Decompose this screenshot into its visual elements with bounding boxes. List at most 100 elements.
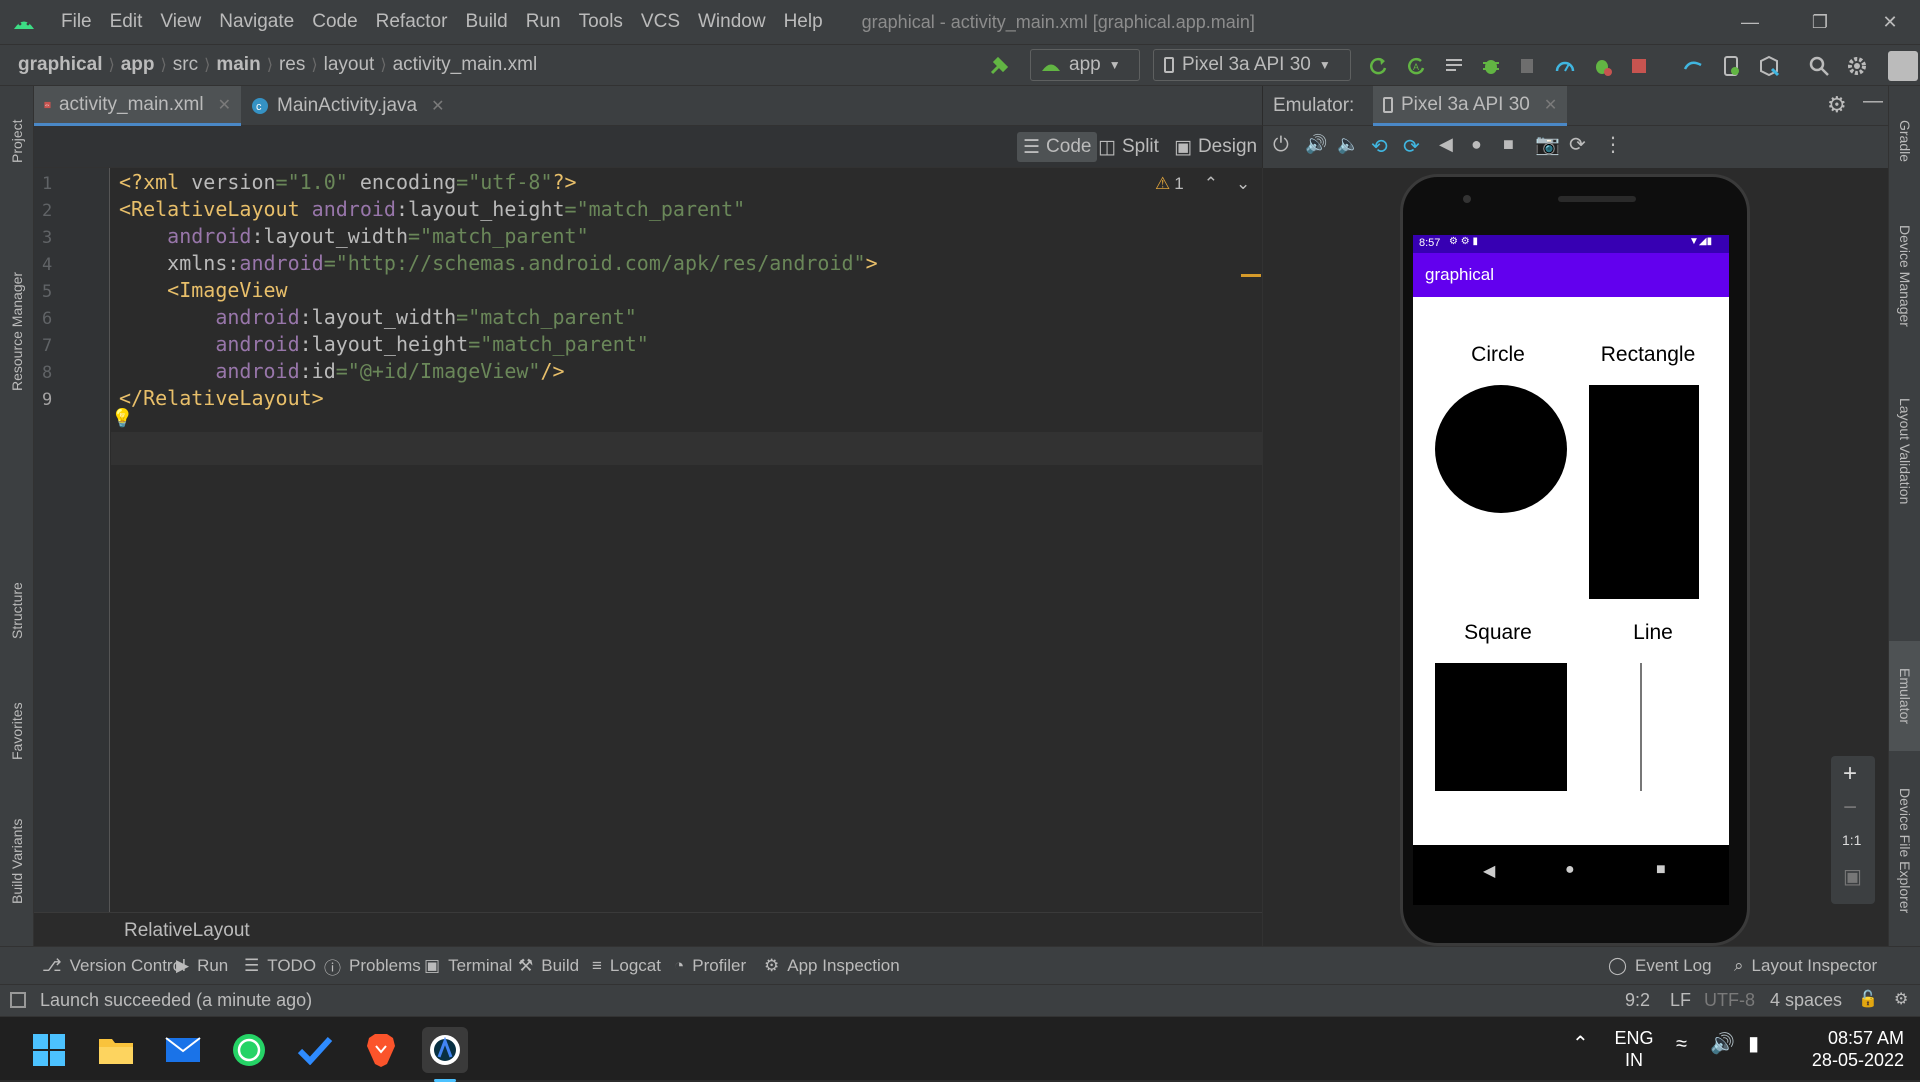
breadcrumb-item[interactable]: main [210, 54, 266, 76]
menu-vcs[interactable]: VCS [632, 11, 689, 33]
gradle-tab[interactable]: Gradle [1889, 96, 1920, 186]
zoom-actual-size[interactable]: 1:1 [1842, 832, 1861, 848]
device-select[interactable]: Pixel 3a API 30 ▼ [1153, 49, 1351, 81]
close-icon[interactable]: ✕ [431, 96, 444, 116]
volume-icon[interactable]: 🔊 [1710, 1031, 1735, 1056]
search-icon[interactable] [1808, 55, 1830, 77]
attach-process-icon[interactable] [1591, 55, 1613, 77]
warning-stripe[interactable] [1241, 274, 1261, 277]
zoom-fit-icon[interactable]: ▣ [1843, 864, 1862, 889]
volume-down-icon[interactable]: 🔈 [1337, 134, 1359, 155]
indent-setting[interactable]: 4 spaces [1770, 990, 1842, 1011]
memory-icon[interactable]: ⚙ [1894, 989, 1908, 1009]
file-encoding[interactable]: UTF-8 [1704, 990, 1755, 1011]
emulator-device-tab[interactable]: Pixel 3a API 30 ✕ [1373, 86, 1568, 126]
apply-changes-restart-icon[interactable] [1367, 55, 1389, 77]
mail-button[interactable] [160, 1027, 206, 1073]
menu-edit[interactable]: Edit [101, 11, 152, 33]
battery-icon[interactable]: ▮ [1748, 1031, 1759, 1056]
bottom-tab-terminal[interactable]: ▣ Terminal [424, 947, 512, 985]
attach-debugger-icon[interactable] [1517, 55, 1539, 77]
home-icon[interactable]: ● [1565, 861, 1575, 879]
menu-run[interactable]: Run [517, 11, 570, 33]
breadcrumb-item[interactable]: app [115, 54, 161, 76]
toggle-tool-windows-icon[interactable] [10, 992, 26, 1008]
snapshot-icon[interactable]: ⟳ [1569, 132, 1586, 157]
structure-tab[interactable]: Structure [0, 556, 34, 666]
close-window-button[interactable]: ✕ [1860, 0, 1920, 44]
breadcrumb-item[interactable]: res [273, 54, 311, 76]
sdk-manager-icon[interactable] [1758, 55, 1780, 77]
split-mode-button[interactable]: ◫ Split [1092, 132, 1165, 162]
device-manager-icon[interactable] [1720, 55, 1742, 77]
minimize-button[interactable]: — [1720, 0, 1780, 44]
more-options-icon[interactable]: ⋮ [1603, 132, 1623, 157]
emulator-tab[interactable]: Emulator [1889, 641, 1920, 751]
whatsapp-button[interactable] [226, 1027, 272, 1073]
code-mode-button[interactable]: ☰ Code [1017, 132, 1098, 162]
breadcrumb-item[interactable]: src [167, 54, 204, 76]
close-icon[interactable]: ✕ [218, 95, 231, 115]
caret-position[interactable]: 9:2 [1625, 990, 1650, 1011]
hide-panel-icon[interactable]: — [1863, 90, 1883, 113]
android-studio-taskbar-button[interactable] [422, 1027, 468, 1082]
bottom-tab-logcat[interactable]: ≡ Logcat [592, 947, 661, 985]
breadcrumb-item[interactable]: layout [318, 54, 381, 76]
restore-button[interactable]: ❐ [1790, 0, 1850, 44]
menu-build[interactable]: Build [456, 11, 516, 33]
wifi-icon[interactable]: ≈ [1676, 1033, 1687, 1056]
back-icon[interactable]: ◀ [1439, 134, 1453, 155]
menu-navigate[interactable]: Navigate [210, 11, 303, 33]
camera-icon[interactable]: 📷 [1535, 132, 1560, 157]
settings-gear-icon[interactable] [1846, 55, 1868, 77]
rotate-left-icon[interactable]: ⟲ [1371, 134, 1388, 159]
breadcrumb-item[interactable]: activity_main.xml [387, 54, 544, 76]
build-hammer-icon[interactable] [988, 55, 1010, 77]
bottom-tab-layout-inspector[interactable]: ⌕ Layout Inspector [1734, 947, 1877, 985]
avatar[interactable] [1888, 51, 1918, 81]
clock[interactable]: 08:57 AM 28-05-2022 [1800, 1027, 1904, 1071]
zoom-in-icon[interactable]: + [1843, 760, 1857, 788]
stop-icon[interactable] [1628, 55, 1650, 77]
overview-icon[interactable]: ■ [1656, 861, 1666, 879]
bottom-tab-profiler[interactable]: ◔ Profiler [674, 947, 746, 985]
bottom-tab-event-log[interactable]: ◯ Event Log [1608, 947, 1712, 985]
file-explorer-button[interactable] [93, 1027, 139, 1073]
power-icon[interactable]: ⏻ [1273, 134, 1289, 157]
menu-view[interactable]: View [151, 11, 210, 33]
back-icon[interactable]: ◀ [1483, 861, 1495, 881]
project-tab[interactable]: Project [0, 96, 34, 186]
code-editor[interactable]: <?xml version="1.0" encoding="utf-8"?> <R… [111, 168, 1262, 912]
bottom-tab-build[interactable]: ⚒ Build [518, 947, 579, 985]
menu-help[interactable]: Help [775, 11, 832, 33]
device-manager-tab[interactable]: Device Manager [1889, 201, 1920, 351]
volume-up-icon[interactable]: 🔊 [1305, 134, 1327, 155]
brave-browser-button[interactable] [358, 1027, 404, 1073]
run-config-select[interactable]: app ▼ [1030, 49, 1140, 81]
device-screen[interactable]: 8:57 ⚙ ⚙ ▮ ▼◢▮ graphical Circle Rectangl… [1413, 235, 1729, 845]
menu-window[interactable]: Window [689, 11, 775, 33]
menu-tools[interactable]: Tools [570, 11, 632, 33]
tab-activity-main-xml[interactable]: <> activity_main.xml ✕ [34, 86, 241, 126]
chevron-up-icon[interactable]: ⌃ [1204, 174, 1218, 194]
language-indicator[interactable]: ENG IN [1614, 1027, 1654, 1071]
close-icon[interactable]: ✕ [1544, 95, 1557, 115]
breadcrumb-item[interactable]: graphical [12, 54, 108, 76]
menu-code[interactable]: Code [303, 11, 366, 33]
menu-refactor[interactable]: Refactor [367, 11, 457, 33]
bottom-tab-version-control[interactable]: ⎇ Version Control [42, 947, 186, 985]
sync-lines-icon[interactable] [1443, 55, 1465, 77]
structure-breadcrumb[interactable]: RelativeLayout [124, 920, 250, 942]
menu-file[interactable]: File [52, 11, 101, 33]
profiler-icon[interactable] [1554, 55, 1576, 77]
gradle-sync-icon[interactable] [1682, 55, 1704, 77]
favorites-tab[interactable]: Favorites [0, 676, 34, 786]
overview-icon[interactable]: ■ [1503, 134, 1514, 155]
device-file-explorer-tab[interactable]: Device File Explorer [1889, 766, 1920, 936]
line-separator[interactable]: LF [1670, 990, 1691, 1011]
apply-code-changes-icon[interactable]: A [1405, 55, 1427, 77]
bottom-tab-problems[interactable]: ⓘ Problems [324, 947, 421, 985]
debug-icon[interactable] [1480, 55, 1502, 77]
lock-icon[interactable]: 🔓 [1858, 989, 1878, 1009]
bottom-tab-app-inspection[interactable]: ⚙ App Inspection [764, 947, 900, 985]
